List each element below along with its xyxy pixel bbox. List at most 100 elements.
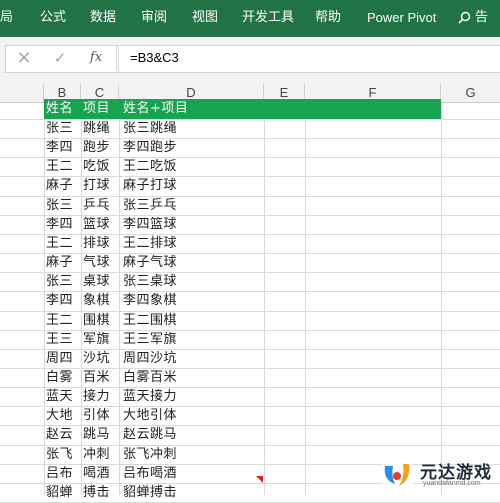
tab-review[interactable]: 审阅	[141, 0, 167, 37]
cell-item[interactable]: 排球	[83, 234, 110, 253]
cell-combined[interactable]: 张三桌球	[123, 272, 177, 291]
row-gridline	[0, 406, 500, 407]
cell-item[interactable]: 军旗	[83, 330, 110, 349]
cell-combined[interactable]: 蓝天接力	[123, 387, 177, 406]
row-gridline	[0, 157, 500, 158]
cell-name[interactable]: 王二	[46, 234, 73, 253]
cell-item[interactable]: 桌球	[83, 272, 110, 291]
row-gridline	[0, 291, 500, 292]
cell-name[interactable]: 赵云	[46, 425, 73, 444]
cell-item[interactable]: 百米	[83, 368, 110, 387]
cell-name[interactable]: 李四	[46, 215, 73, 234]
row-gridline	[0, 196, 500, 197]
comment-indicator	[256, 476, 263, 483]
cell-item[interactable]: 跳马	[83, 425, 110, 444]
column-gridline	[264, 102, 265, 495]
cell-combined[interactable]: 白雾百米	[123, 368, 177, 387]
cell-item[interactable]: 沙坑	[83, 349, 110, 368]
enter-icon[interactable]: ✓	[48, 45, 72, 71]
cell-name[interactable]: 周四	[46, 349, 73, 368]
watermark-url: yuandafanmd.com	[423, 480, 481, 487]
column-gridline	[305, 102, 306, 495]
row-gridline	[0, 176, 500, 177]
cell-combined[interactable]: 麻子打球	[123, 176, 177, 195]
cell-name[interactable]: 大地	[46, 406, 73, 425]
row-gridline	[0, 425, 500, 426]
tell-me-search[interactable]: 告	[458, 0, 488, 37]
column-gridline	[44, 102, 45, 495]
cell-item[interactable]: 喝酒	[83, 464, 110, 483]
header-cell-combined[interactable]: 姓名+项目	[123, 99, 188, 118]
cell-combined[interactable]: 周四沙坑	[123, 349, 177, 368]
tab-help[interactable]: 帮助	[315, 0, 341, 37]
cell-name[interactable]: 张三	[46, 196, 73, 215]
formula-text: =B3&C3	[130, 50, 179, 65]
row-gridline	[0, 387, 500, 388]
cell-name[interactable]: 张飞	[46, 445, 73, 464]
cell-combined[interactable]: 貂蝉搏击	[123, 483, 177, 502]
cell-name[interactable]: 王二	[46, 311, 73, 330]
cell-name[interactable]: 张三	[46, 272, 73, 291]
cell-item[interactable]: 围棋	[83, 311, 110, 330]
search-icon	[458, 11, 471, 24]
cell-combined[interactable]: 李四篮球	[123, 215, 177, 234]
cell-combined[interactable]: 大地引体	[123, 406, 177, 425]
cell-combined[interactable]: 麻子气球	[123, 253, 177, 272]
cell-name[interactable]: 李四	[46, 291, 73, 310]
column-gridline	[441, 102, 442, 495]
cell-combined[interactable]: 张飞冲刺	[123, 445, 177, 464]
cell-item[interactable]: 打球	[83, 176, 110, 195]
cell-combined[interactable]: 张三跳绳	[123, 119, 177, 138]
cell-combined[interactable]: 王二排球	[123, 234, 177, 253]
cell-item[interactable]: 乒乓	[83, 196, 110, 215]
row-gridline	[0, 445, 500, 446]
row-gridline	[0, 272, 500, 273]
cell-item[interactable]: 气球	[83, 253, 110, 272]
cell-item[interactable]: 搏击	[83, 483, 110, 502]
column-gridline	[81, 102, 82, 495]
cell-combined[interactable]: 吕布喝酒	[123, 464, 177, 483]
cell-name[interactable]: 白雾	[46, 368, 73, 387]
tab-data[interactable]: 数据	[90, 0, 116, 37]
cell-item[interactable]: 吃饭	[83, 157, 110, 176]
cell-combined[interactable]: 王二围棋	[123, 311, 177, 330]
tab-formulas[interactable]: 公式	[40, 0, 66, 37]
cell-name[interactable]: 蓝天	[46, 387, 73, 406]
cell-combined[interactable]: 赵云跳马	[123, 425, 177, 444]
cell-combined[interactable]: 张三乒乓	[123, 196, 177, 215]
insert-function-icon[interactable]: fx	[84, 45, 108, 71]
header-cell-name[interactable]: 姓名	[46, 99, 73, 118]
cell-combined[interactable]: 王二吃饭	[123, 157, 177, 176]
column-header-g[interactable]: G	[441, 84, 500, 102]
row-gridline	[0, 138, 500, 139]
cell-item[interactable]: 象棋	[83, 291, 110, 310]
header-cell-item[interactable]: 项目	[83, 99, 110, 118]
row-gridline	[0, 234, 500, 235]
cell-name[interactable]: 吕布	[46, 464, 73, 483]
cell-item[interactable]: 引体	[83, 406, 110, 425]
cell-name[interactable]: 貂蝉	[46, 483, 73, 502]
cell-name[interactable]: 麻子	[46, 176, 73, 195]
cell-name[interactable]: 麻子	[46, 253, 73, 272]
tab-view[interactable]: 视图	[192, 0, 218, 37]
row-gridline	[0, 330, 500, 331]
cell-item[interactable]: 跑步	[83, 138, 110, 157]
cell-combined[interactable]: 李四跑步	[123, 138, 177, 157]
cell-name[interactable]: 王三	[46, 330, 73, 349]
cell-item[interactable]: 接力	[83, 387, 110, 406]
cell-name[interactable]: 王二	[46, 157, 73, 176]
cell-combined[interactable]: 李四象棋	[123, 291, 177, 310]
tab-page-layout[interactable]: 局	[0, 0, 13, 37]
tab-power-pivot[interactable]: Power Pivot	[367, 0, 436, 37]
tab-developer[interactable]: 开发工具	[242, 0, 294, 37]
cancel-icon[interactable]: ×	[12, 45, 36, 71]
row-gridline	[0, 119, 500, 120]
cell-name[interactable]: 张三	[46, 119, 73, 138]
row-header-corner[interactable]	[0, 84, 44, 102]
cell-item[interactable]: 篮球	[83, 215, 110, 234]
cell-name[interactable]: 李四	[46, 138, 73, 157]
cell-item[interactable]: 冲刺	[83, 445, 110, 464]
cell-item[interactable]: 跳绳	[83, 119, 110, 138]
column-gridline	[119, 102, 120, 495]
cell-combined[interactable]: 王三军旗	[123, 330, 177, 349]
